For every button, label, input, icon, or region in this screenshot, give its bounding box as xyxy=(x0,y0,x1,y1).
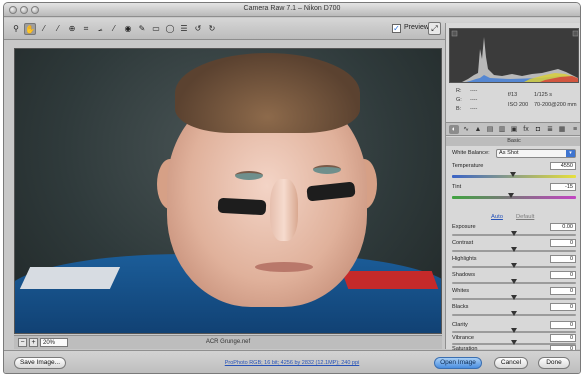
spot-removal-icon[interactable]: ⁄ xyxy=(108,23,120,35)
blacks-label: Blacks xyxy=(452,304,469,310)
fullscreen-toggle-button[interactable]: ⤢ xyxy=(428,22,441,35)
whites-slider[interactable] xyxy=(452,295,576,300)
histogram-graph xyxy=(451,30,578,82)
snapshots-tab-icon[interactable]: ▦ xyxy=(557,125,567,134)
highlights-slider[interactable] xyxy=(452,263,576,268)
blacks-field[interactable]: 0 xyxy=(550,303,576,311)
b-label: B: xyxy=(456,106,462,112)
default-link[interactable]: Default xyxy=(516,214,534,220)
preferences-icon[interactable]: ☰ xyxy=(178,23,190,35)
adjustment-brush-icon[interactable]: ✎ xyxy=(136,23,148,35)
shadows-slider[interactable] xyxy=(452,279,576,284)
contrast-field[interactable]: 0 xyxy=(550,239,576,247)
adjustment-panel: R: ---- G: ---- B: ---- f/13 1/125 s ISO… xyxy=(445,23,580,353)
shutter-value: 1/125 s xyxy=(534,92,553,98)
preview-label: Preview xyxy=(404,24,429,31)
contrast-label: Contrast xyxy=(452,240,474,246)
temperature-slider[interactable] xyxy=(452,172,576,178)
white-balance-select[interactable]: As Shot ▾ xyxy=(496,149,576,158)
clarity-label: Clarity xyxy=(452,322,468,328)
filename-label: ACR Grunge.nef xyxy=(205,339,251,345)
title-bar: Camera Raw 7.1 – Nikon D700 xyxy=(4,3,580,17)
white-balance-icon[interactable]: ⁄ xyxy=(38,23,50,35)
white-balance-label: White Balance: xyxy=(452,150,490,156)
blacks-slider[interactable] xyxy=(452,311,576,316)
hand-icon[interactable]: ✋ xyxy=(24,23,36,35)
highlights-field[interactable]: 0 xyxy=(550,255,576,263)
rgb-readout: R: ---- G: ---- B: ---- f/13 1/125 s ISO… xyxy=(446,84,580,122)
tone-curve-tab-icon[interactable]: ∿ xyxy=(461,125,471,134)
hsl-tab-icon[interactable]: ▤ xyxy=(485,125,495,134)
aperture-value: f/13 xyxy=(508,92,518,98)
b-value: ---- xyxy=(470,106,478,112)
auto-link[interactable]: Auto xyxy=(491,214,503,220)
detail-tab-icon[interactable]: ▲ xyxy=(473,125,483,134)
radial-icon[interactable]: ◯ xyxy=(164,23,176,35)
presets-tab-icon[interactable]: ≣ xyxy=(545,125,555,134)
split-toning-tab-icon[interactable]: ▥ xyxy=(497,125,507,134)
g-label: G: xyxy=(456,97,462,103)
preview-checkbox[interactable]: ✓ xyxy=(392,24,401,33)
done-button[interactable]: Done xyxy=(538,357,570,369)
camera-raw-window: Camera Raw 7.1 – Nikon D700 ⚲ ✋ ⁄ ⁄ ⊕ ⌗ … xyxy=(3,2,581,374)
rotate-left-icon[interactable]: ↺ xyxy=(192,23,204,35)
whites-label: Whites xyxy=(452,288,470,294)
red-eye-icon[interactable]: ◉ xyxy=(122,23,134,35)
r-label: R: xyxy=(456,88,462,94)
bottom-bar: Save Image... ProPhoto RGB; 16 bit; 4256… xyxy=(4,350,580,373)
exposure-slider[interactable] xyxy=(452,231,576,236)
panel-tabs: ◐ ∿ ▲ ▤ ▥ ▣ fx ◘ ≣ ▦ ≡ xyxy=(446,122,580,136)
temperature-field[interactable]: 4550 xyxy=(550,162,576,170)
straighten-icon[interactable]: ⦟ xyxy=(94,23,106,35)
target-adjust-icon[interactable]: ⊕ xyxy=(66,23,78,35)
temperature-label: Temperature xyxy=(452,163,484,169)
open-image-button[interactable]: Open Image xyxy=(434,357,482,369)
basic-tab-icon[interactable]: ◐ xyxy=(449,125,459,134)
clarity-field[interactable]: 0 xyxy=(550,321,576,329)
clarity-slider[interactable] xyxy=(452,328,576,333)
r-value: ---- xyxy=(470,88,478,94)
effects-tab-icon[interactable]: fx xyxy=(521,125,531,134)
lens-value: 70-200@200 mm xyxy=(534,102,577,108)
exposure-field[interactable]: 0.00 xyxy=(550,223,576,231)
shadows-label: Shadows xyxy=(452,272,476,278)
vibrance-label: Vibrance xyxy=(452,335,474,341)
vibrance-field[interactable]: 0 xyxy=(550,334,576,342)
highlights-label: Highlights xyxy=(452,256,477,262)
white-balance-value: As Shot xyxy=(499,150,519,156)
chevron-down-icon: ▾ xyxy=(566,150,575,157)
window-title: Camera Raw 7.1 – Nikon D700 xyxy=(243,5,341,12)
graduated-filter-icon[interactable]: ▭ xyxy=(150,23,162,35)
tint-slider[interactable] xyxy=(452,193,576,199)
shadows-field[interactable]: 0 xyxy=(550,271,576,279)
panel-menu-icon[interactable]: ≡ xyxy=(570,125,580,134)
histogram xyxy=(449,28,579,83)
image-preview[interactable] xyxy=(14,48,442,334)
zoom-icon[interactable]: ⚲ xyxy=(10,23,22,35)
contrast-slider[interactable] xyxy=(452,247,576,252)
iso-value: ISO 200 xyxy=(508,102,529,108)
crop-icon[interactable]: ⌗ xyxy=(80,23,92,35)
rotate-right-icon[interactable]: ↻ xyxy=(206,23,218,35)
lens-corrections-tab-icon[interactable]: ▣ xyxy=(509,125,519,134)
tint-field[interactable]: -15 xyxy=(550,183,576,191)
whites-field[interactable]: 0 xyxy=(550,287,576,295)
camera-calibration-tab-icon[interactable]: ◘ xyxy=(533,125,543,134)
cancel-button[interactable]: Cancel xyxy=(494,357,528,369)
image-status-bar: − + 20% ACR Grunge.nef xyxy=(14,335,442,349)
color-sampler-icon[interactable]: ⁄ xyxy=(52,23,64,35)
g-value: ---- xyxy=(470,97,478,103)
exposure-label: Exposure xyxy=(452,224,476,230)
tint-label: Tint xyxy=(452,184,462,190)
section-title: Basic xyxy=(446,137,580,146)
